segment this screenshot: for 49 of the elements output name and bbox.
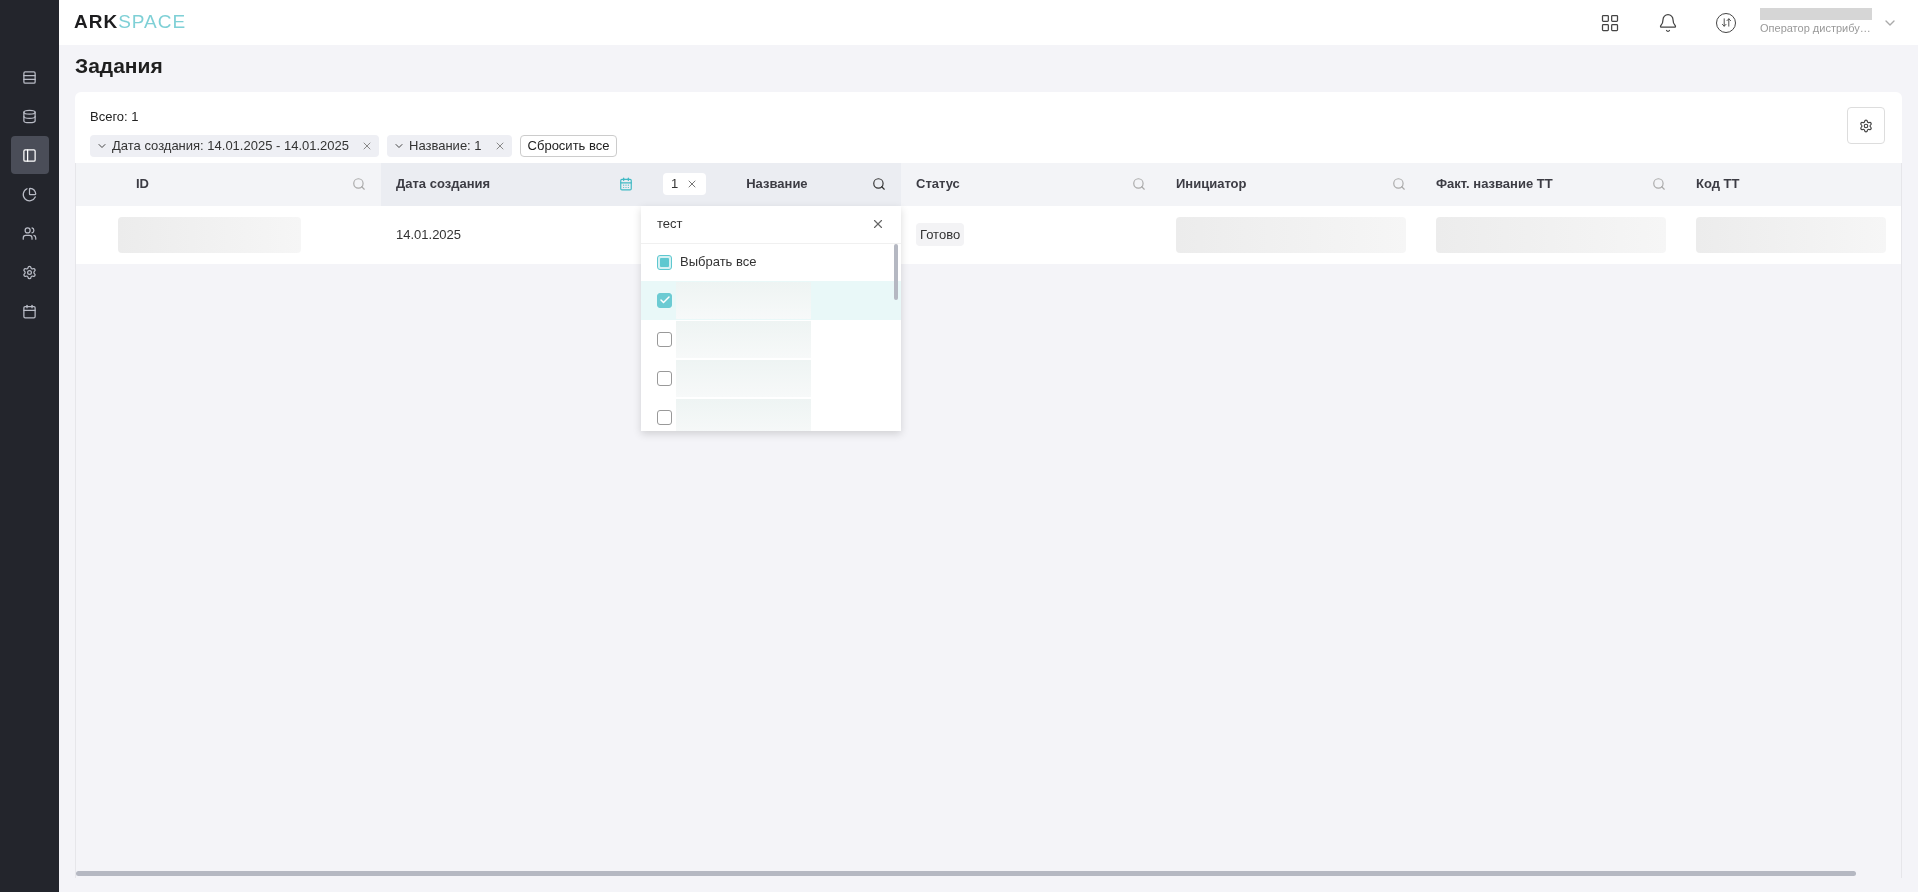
column-label: Статус — [916, 175, 961, 194]
checkbox[interactable] — [657, 292, 672, 308]
logo: ARKSPACE — [74, 10, 187, 35]
table-cell-text: 14.01.2025 — [396, 225, 462, 244]
users-icon — [22, 225, 37, 241]
settings-icon — [22, 264, 37, 280]
scrollbar[interactable] — [894, 243, 898, 300]
checkbox[interactable] — [657, 409, 672, 425]
column-header[interactable]: Код ТТ — [1681, 162, 1901, 206]
database-icon — [22, 108, 37, 124]
column-label: Дата создания — [396, 175, 492, 194]
pie-chart-icon — [22, 186, 37, 202]
user-role: Оператор дистрибу… — [1760, 21, 1871, 37]
calendar-icon[interactable] — [619, 177, 633, 191]
column-label: Код ТТ — [1696, 175, 1741, 194]
option[interactable] — [641, 280, 901, 320]
total-count: Всего: 1 — [90, 108, 140, 126]
column-header[interactable]: ID — [76, 162, 381, 206]
page-title: Задания — [75, 53, 164, 79]
search-field[interactable]: тест — [657, 214, 871, 234]
checkbox[interactable] — [657, 331, 672, 347]
horizontal-scrollbar[interactable] — [76, 871, 1856, 876]
filter-label: Название: 1 — [409, 136, 482, 155]
apps-icon[interactable] — [1600, 12, 1620, 33]
calendar-icon — [22, 303, 37, 319]
filter-label: Дата создания: 14.01.2025 - 14.01.2025 — [112, 136, 349, 155]
filter-chip[interactable]: Название: 1 — [387, 134, 512, 157]
reset-button[interactable]: Сбросить все — [519, 134, 618, 157]
sidebar-item[interactable] — [10, 136, 49, 174]
search-icon[interactable] — [872, 177, 886, 191]
checkbox[interactable] — [657, 370, 672, 386]
settings-icon — [1859, 118, 1873, 133]
checkbox[interactable] — [657, 254, 672, 270]
column-label: ID — [136, 175, 150, 194]
column-label: Факт. название ТТ — [1436, 175, 1554, 194]
column-label: Название — [746, 175, 809, 194]
column-header[interactable]: Дата создания — [381, 162, 648, 206]
settings-button[interactable] — [1847, 107, 1885, 144]
column-header[interactable]: Факт. название ТТ — [1421, 162, 1681, 206]
filter-tag[interactable]: 1 — [663, 173, 707, 195]
filter-chip[interactable]: Дата создания: 14.01.2025 - 14.01.2025 — [90, 134, 379, 157]
column-label: Инициатор — [1176, 175, 1248, 194]
column-header[interactable]: Статус — [901, 162, 1161, 206]
column-header[interactable]: Инициатор — [1161, 162, 1421, 206]
notifications-icon[interactable] — [1658, 12, 1678, 33]
clear-icon[interactable] — [871, 217, 885, 231]
status-tag: Готово — [916, 222, 965, 247]
panel-icon — [22, 147, 37, 163]
list-icon — [22, 69, 37, 85]
